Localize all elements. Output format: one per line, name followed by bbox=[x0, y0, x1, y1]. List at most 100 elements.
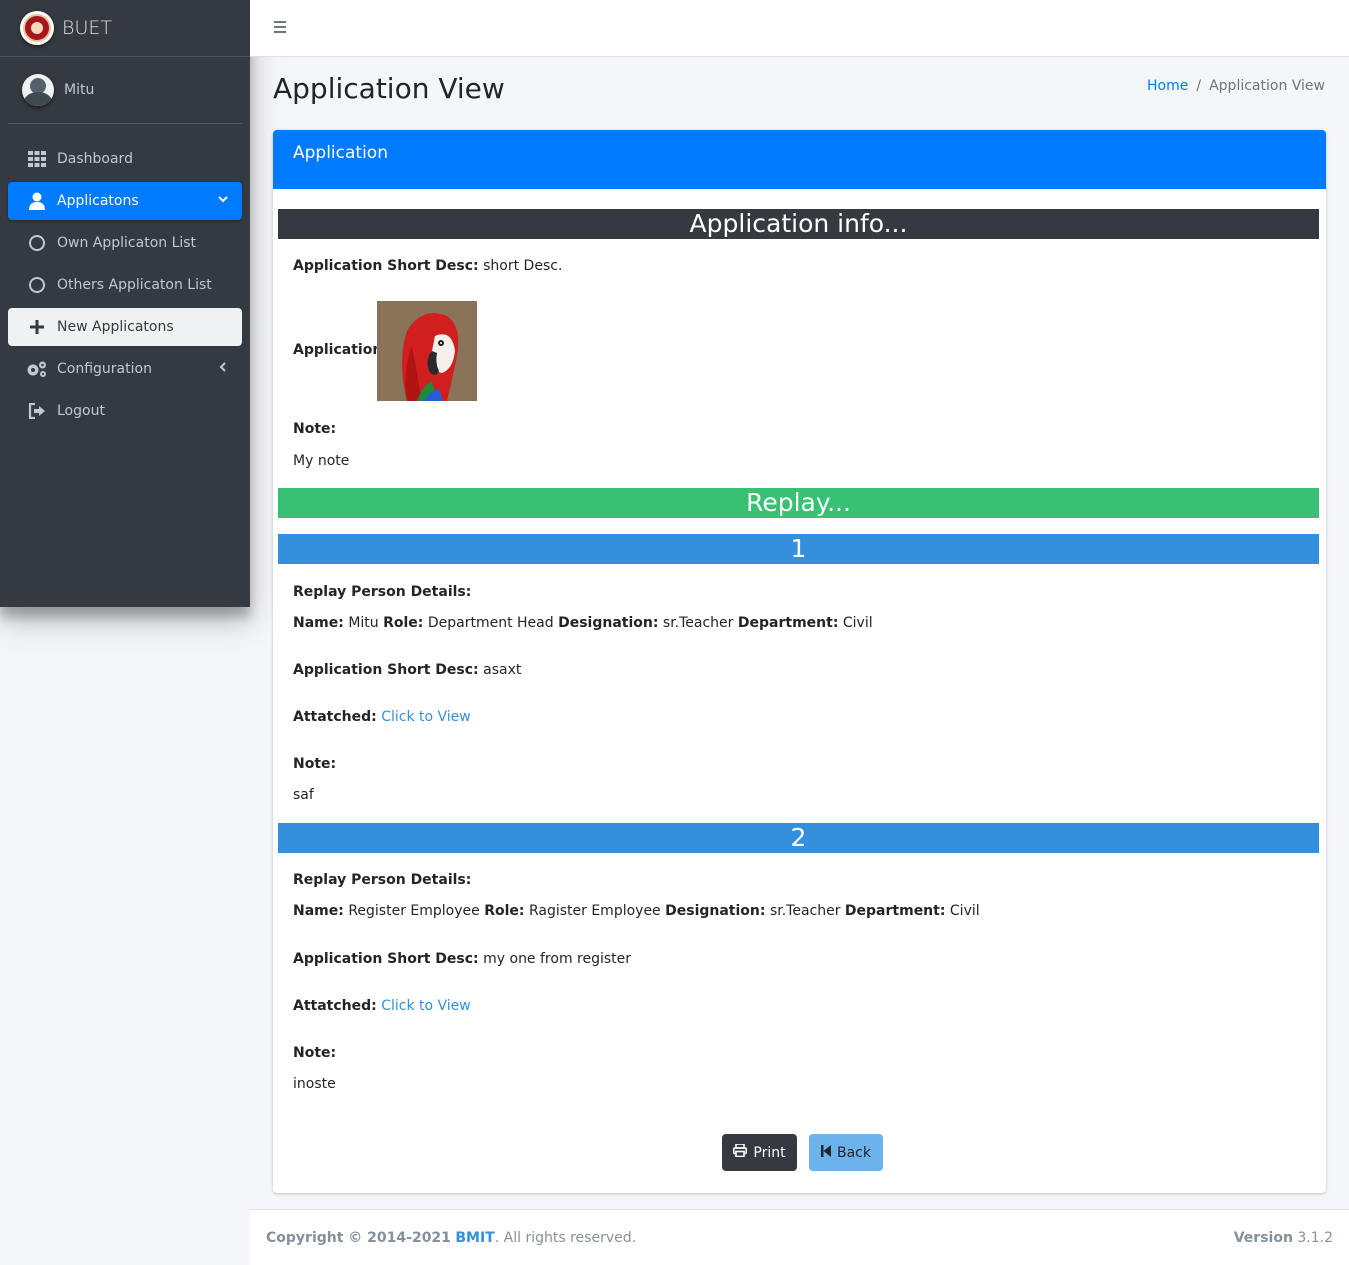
sidebar-item-label: Logout bbox=[57, 403, 105, 419]
footer-version: Version 3.1.2 bbox=[1234, 1230, 1333, 1246]
application-label: Application: bbox=[293, 342, 388, 358]
reply-details-label: Replay Person Details: bbox=[293, 872, 471, 888]
application-image[interactable] bbox=[377, 301, 477, 401]
company-link[interactable]: BMIT bbox=[455, 1230, 494, 1246]
sidebar-item-label: Dashboard bbox=[57, 151, 133, 167]
reply-note-value: saf bbox=[293, 787, 314, 803]
version-label: Version bbox=[1233, 1230, 1293, 1246]
print-button[interactable]: Print bbox=[722, 1134, 797, 1171]
note-label-text: Note: bbox=[293, 756, 337, 772]
reply-note-label: Note: bbox=[293, 1045, 336, 1061]
back-button-label: Back bbox=[837, 1144, 871, 1161]
short-desc-value: my one from register bbox=[483, 951, 632, 967]
sidebar-item-configuration[interactable]: Configuration bbox=[8, 350, 242, 388]
plus-icon bbox=[26, 320, 48, 334]
back-button[interactable]: Back bbox=[809, 1134, 883, 1171]
sidebar-item-others-application-list[interactable]: Others Applicaton List bbox=[8, 266, 242, 304]
page-title: Application View bbox=[273, 72, 505, 105]
role-value: Department Head bbox=[427, 615, 554, 631]
sidebar-item-label: Configuration bbox=[57, 361, 152, 377]
name-label: Name: bbox=[293, 903, 344, 919]
reply-details-label-text: Replay Person Details: bbox=[293, 584, 472, 600]
department-value: Civil bbox=[949, 903, 980, 919]
short-desc-value: asaxt bbox=[483, 662, 522, 678]
reply-short-desc: Application Short Desc: my one from regi… bbox=[293, 951, 631, 967]
application-info-band: Application info... bbox=[278, 209, 1319, 239]
circle-icon bbox=[26, 235, 48, 251]
chevron-down-icon bbox=[218, 193, 228, 207]
short-desc-label: Application Short Desc: bbox=[293, 662, 479, 678]
reply-note-value: inoste bbox=[293, 1076, 336, 1092]
click-to-view-link[interactable]: Click to View bbox=[381, 709, 471, 725]
reply-attachment: Attatched: Click to View bbox=[293, 709, 471, 725]
name-value: Register Employee bbox=[348, 903, 480, 919]
designation-value: sr.Teacher bbox=[769, 903, 841, 919]
version-value: 3.1.2 bbox=[1297, 1230, 1333, 1246]
brand-logo bbox=[20, 11, 54, 45]
avatar bbox=[22, 74, 54, 106]
click-to-view-link[interactable]: Click to View bbox=[381, 998, 471, 1014]
sidebar-item-logout[interactable]: Logout bbox=[8, 392, 242, 430]
footer: Copyright © 2014-2021 BMIT. All rights r… bbox=[250, 1209, 1349, 1265]
reply-note-label: Note: bbox=[293, 756, 336, 772]
sidebar-item-dashboard[interactable]: Dashboard bbox=[8, 140, 242, 178]
brand-link[interactable]: BUET bbox=[0, 0, 250, 57]
cogs-icon bbox=[26, 360, 48, 378]
role-value: Ragister Employee bbox=[528, 903, 661, 919]
user-icon bbox=[26, 192, 48, 210]
name-label: Name: bbox=[293, 615, 344, 631]
note-label-text: Note: bbox=[293, 421, 337, 437]
rights-text: . All rights reserved. bbox=[494, 1230, 637, 1246]
copyright-text: Copyright © 2014-2021 bbox=[266, 1230, 451, 1246]
reply-details-label-text: Replay Person Details: bbox=[293, 872, 472, 888]
sidebar-item-label: Others Applicaton List bbox=[57, 277, 212, 293]
sidebar-item-new-applications[interactable]: New Applicatons bbox=[8, 308, 242, 346]
footer-copyright: Copyright © 2014-2021 BMIT. All rights r… bbox=[266, 1230, 636, 1246]
user-name[interactable]: Mitu bbox=[64, 82, 94, 98]
designation-label: Designation: bbox=[665, 903, 766, 919]
reply-person-info: Name: Mitu Role: Department Head Designa… bbox=[293, 615, 873, 631]
sidebar-item-own-application-list[interactable]: Own Applicaton List bbox=[8, 224, 242, 262]
step-backward-icon bbox=[821, 1144, 831, 1161]
note-label: Note: bbox=[293, 421, 336, 437]
breadcrumb-home-link[interactable]: Home bbox=[1147, 78, 1188, 94]
department-label: Department: bbox=[737, 615, 839, 631]
reply-short-desc: Application Short Desc: asaxt bbox=[293, 662, 521, 678]
sidebar-nav: Dashboard Applicatons Own Applicaton Lis… bbox=[0, 140, 250, 430]
name-value: Mitu bbox=[348, 615, 379, 631]
designation-value: sr.Teacher bbox=[662, 615, 734, 631]
role-label: Role: bbox=[383, 615, 424, 631]
reply-number-band: 1 bbox=[278, 534, 1319, 564]
print-icon bbox=[733, 1143, 748, 1161]
card-title: Application bbox=[273, 130, 1326, 189]
short-desc-label: Application Short Desc: bbox=[293, 951, 479, 967]
menu-toggle-icon[interactable] bbox=[274, 21, 286, 36]
short-desc-value: short Desc. bbox=[483, 258, 563, 274]
breadcrumb-separator: / bbox=[1196, 78, 1202, 94]
brand-name: BUET bbox=[62, 17, 112, 39]
reply-attachment: Attatched: Click to View bbox=[293, 998, 471, 1014]
reply-person-info: Name: Register Employee Role: Ragister E… bbox=[293, 903, 980, 919]
print-button-label: Print bbox=[753, 1144, 786, 1161]
breadcrumb: Home / Application View bbox=[1147, 78, 1325, 94]
application-short-desc: Application Short Desc: short Desc. bbox=[293, 258, 562, 274]
top-navbar bbox=[250, 0, 1349, 57]
reply-details-label: Replay Person Details: bbox=[293, 584, 471, 600]
sidebar-item-label: Applicatons bbox=[57, 193, 139, 209]
sidebar-item-label: New Applicatons bbox=[57, 319, 174, 335]
circle-icon bbox=[26, 277, 48, 293]
department-label: Department: bbox=[844, 903, 946, 919]
designation-label: Designation: bbox=[558, 615, 659, 631]
application-attachment-label: Application: bbox=[293, 342, 388, 358]
sidebar-item-applications[interactable]: Applicatons bbox=[8, 182, 242, 220]
application-card: Application Application info... Applicat… bbox=[273, 130, 1326, 1193]
attached-label: Attatched: bbox=[293, 998, 377, 1014]
short-desc-label: Application Short Desc: bbox=[293, 258, 479, 274]
sidebar-item-label: Own Applicaton List bbox=[57, 235, 197, 251]
sidebar: BUET Mitu Dashboard Applicatons Own Appl… bbox=[0, 0, 250, 607]
reply-number-band: 2 bbox=[278, 823, 1319, 853]
note-value: My note bbox=[293, 453, 350, 469]
user-panel[interactable]: Mitu bbox=[8, 57, 242, 124]
role-label: Role: bbox=[484, 903, 525, 919]
note-label-text: Note: bbox=[293, 1045, 337, 1061]
